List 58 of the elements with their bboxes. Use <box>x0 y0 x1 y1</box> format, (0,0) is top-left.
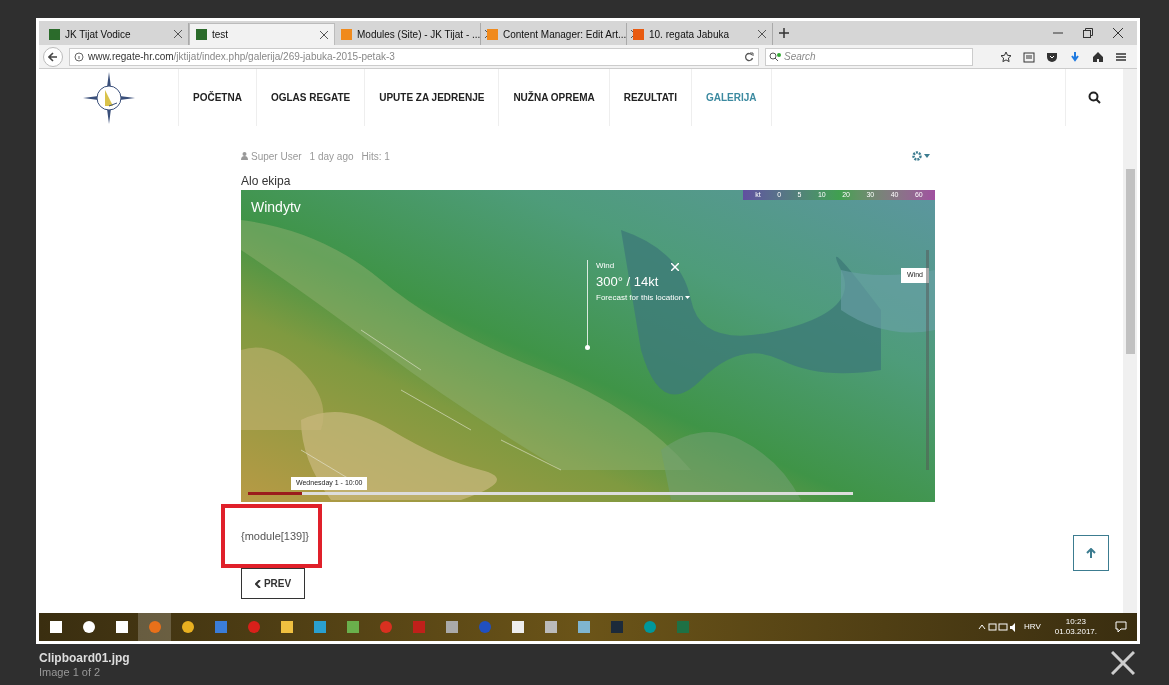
forecast-link[interactable]: Forecast for this location <box>596 291 684 304</box>
nav-link[interactable]: UPUTE ZA JEDRENJE <box>365 69 500 126</box>
bookmark-star-icon[interactable] <box>1000 50 1012 63</box>
intro-text: Alo ekipa <box>241 173 292 188</box>
back-to-top-button[interactable] <box>1073 535 1109 571</box>
nav-link[interactable]: GALERIJA <box>692 69 772 126</box>
caret-icon <box>924 154 930 158</box>
home-icon[interactable] <box>1092 50 1104 63</box>
tray-icons[interactable] <box>978 622 1018 632</box>
nav-link[interactable]: POČETNA <box>179 69 257 126</box>
pocket-icon[interactable] <box>1046 50 1058 63</box>
image-counter: Image 1 of 2 <box>39 665 102 679</box>
file-name: Clipboard01.jpg <box>39 651 130 665</box>
author-text: Super User <box>251 149 302 164</box>
search-field[interactable]: Search <box>765 47 973 66</box>
gear-icon <box>912 151 922 161</box>
info-icon <box>74 51 84 62</box>
settings-button[interactable] <box>912 151 930 161</box>
reading-list-icon[interactable] <box>1023 50 1035 63</box>
close-icon[interactable] <box>1113 28 1123 38</box>
close-icon[interactable] <box>320 30 328 39</box>
new-tab-icon[interactable] <box>779 28 789 38</box>
favicon-icon <box>341 28 352 40</box>
timeline-track[interactable] <box>248 492 853 495</box>
scrollbar-thumb[interactable] <box>1125 169 1135 354</box>
prev-button[interactable]: PREV <box>241 568 305 599</box>
hits-text: Hits: 1 <box>361 149 390 164</box>
clock-date[interactable]: 01.03.2017. <box>1054 627 1097 637</box>
nav-link[interactable]: OGLAS REGATE <box>256 69 366 126</box>
favicon-icon <box>633 28 644 40</box>
browser-tab[interactable]: test <box>189 23 335 45</box>
date-text: 1 day ago <box>309 149 354 164</box>
menu-icon[interactable] <box>1115 50 1127 63</box>
wind-value: 300° / 14kt <box>596 273 660 291</box>
popup-title: Wind <box>596 260 615 272</box>
map-logo: Windytv <box>251 198 301 217</box>
user-icon <box>241 152 248 160</box>
reload-icon[interactable] <box>744 51 754 62</box>
address-field[interactable]: www.regate-hr.com/jktijat/index.php/galerija/269-jabuka-2015-petak-3 <box>69 47 759 66</box>
language-indicator[interactable]: HRV <box>1024 621 1041 633</box>
favicon-icon <box>196 29 207 40</box>
favicon-icon <box>487 28 498 40</box>
download-icon[interactable] <box>1069 50 1081 63</box>
restore-icon[interactable] <box>1083 28 1093 38</box>
close-icon[interactable] <box>174 30 182 38</box>
arrow-up-icon <box>1086 548 1096 558</box>
back-icon <box>48 51 58 62</box>
back-button[interactable] <box>43 46 63 67</box>
close-icon[interactable] <box>758 30 766 38</box>
favicon-icon <box>49 28 60 40</box>
caret-icon <box>685 296 691 299</box>
nav-link[interactable]: NUŽNA OPREMA <box>499 69 610 126</box>
chevron-left-icon <box>254 579 261 588</box>
url-text: www.regate-hr.com/jktijat/index.php/galerija/269-jabuka-2015-petak-3 <box>88 50 395 64</box>
clock-time[interactable]: 10:23 <box>1065 617 1086 627</box>
notification-icon[interactable] <box>1115 621 1127 633</box>
highlighted-module-text: {module[139]} <box>221 504 322 568</box>
nav-link[interactable]: REZULTATI <box>609 69 692 126</box>
